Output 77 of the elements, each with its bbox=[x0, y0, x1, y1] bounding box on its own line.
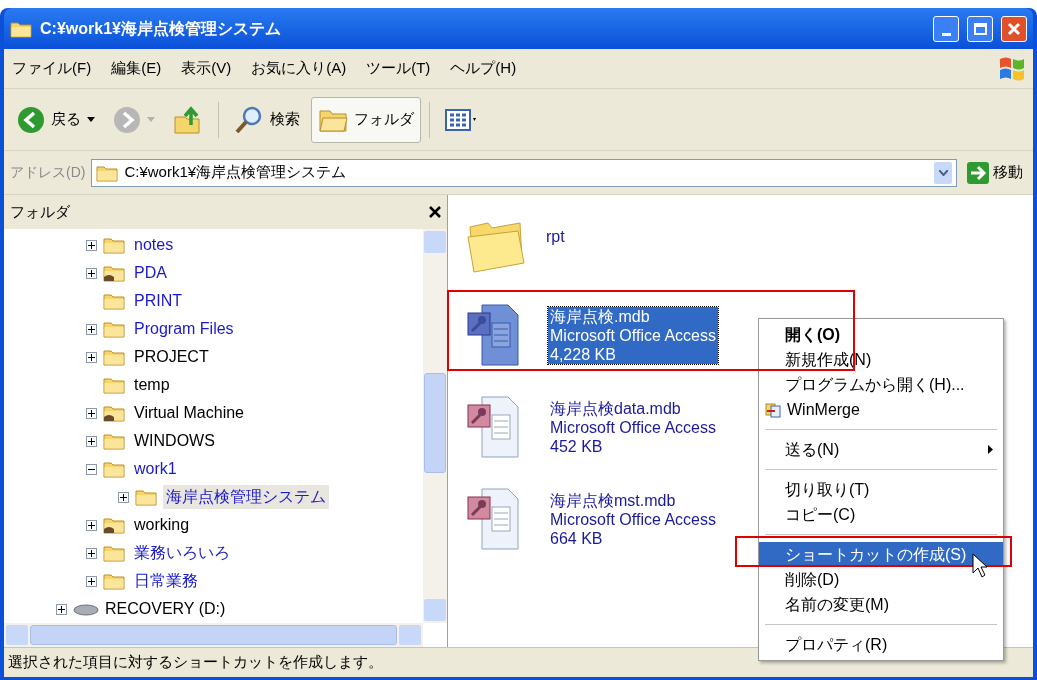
dropdown-arrow-icon bbox=[147, 117, 155, 122]
search-icon bbox=[234, 104, 264, 135]
folder-icon bbox=[10, 19, 32, 38]
tree-item[interactable]: 日常業務 bbox=[131, 569, 201, 593]
file-label[interactable]: 海岸点検mst.mdb Microsoft Office Access 664 KB bbox=[548, 491, 718, 548]
chevron-down-icon bbox=[938, 169, 948, 176]
expand-toggle[interactable] bbox=[86, 407, 97, 419]
tree-item[interactable]: PRINT bbox=[131, 289, 185, 313]
expand-toggle[interactable] bbox=[118, 491, 129, 503]
tree-item[interactable]: Program Files bbox=[131, 317, 237, 341]
menu-item[interactable]: ヘルプ(H) bbox=[448, 57, 519, 80]
arrow-right-icon bbox=[967, 161, 989, 184]
expand-toggle[interactable] bbox=[86, 435, 97, 447]
close-button[interactable] bbox=[1001, 15, 1027, 42]
menu-item[interactable]: お気に入り(A) bbox=[249, 57, 349, 80]
expand-toggle[interactable] bbox=[86, 575, 97, 587]
close-icon bbox=[1007, 21, 1021, 36]
pane-title: フォルダ bbox=[10, 201, 70, 222]
go-button[interactable]: 移動 bbox=[963, 161, 1027, 184]
tree-item[interactable]: PDA bbox=[131, 261, 170, 285]
expand-toggle[interactable] bbox=[86, 239, 97, 251]
minimize-button[interactable] bbox=[933, 15, 959, 42]
file-label[interactable]: 海岸点検.mdb Microsoft Office Access 4,228 KB bbox=[548, 307, 718, 364]
tree-item[interactable]: 業務いろいろ bbox=[131, 541, 233, 565]
tree-item[interactable]: 海岸点検管理システム bbox=[163, 485, 329, 509]
expand-toggle[interactable] bbox=[86, 323, 97, 335]
menu-item[interactable]: ツール(T) bbox=[364, 57, 433, 80]
expand-toggle[interactable] bbox=[86, 267, 97, 279]
menu-item[interactable]: 表示(V) bbox=[179, 57, 234, 80]
context-menu-item[interactable]: 送る(N) bbox=[759, 437, 1003, 462]
status-text: 選択された項目に対するショートカットを作成します。 bbox=[8, 652, 383, 673]
tree-item[interactable]: working bbox=[131, 513, 193, 537]
dropdown-button[interactable] bbox=[934, 161, 952, 184]
tree-item[interactable]: work1 bbox=[131, 457, 180, 481]
expand-toggle[interactable] bbox=[56, 603, 67, 615]
context-menu-item[interactable]: 名前の変更(M) bbox=[759, 592, 1003, 617]
views-icon bbox=[445, 107, 479, 132]
menu-item[interactable]: 編集(E) bbox=[109, 57, 164, 80]
window-title: C:¥work1¥海岸点検管理システム bbox=[40, 18, 281, 39]
context-menu-item[interactable]: プロパティ(R) bbox=[759, 632, 1003, 657]
compare-icon bbox=[765, 401, 781, 418]
windows-logo-icon bbox=[997, 55, 1027, 82]
context-menu-item[interactable]: コピー(C) bbox=[759, 502, 1003, 527]
tree-item[interactable]: notes bbox=[131, 233, 177, 257]
folders-button[interactable]: フォルダ bbox=[311, 96, 421, 143]
dropdown-arrow-icon bbox=[87, 117, 95, 122]
context-menu-item[interactable]: 切り取り(T) bbox=[759, 477, 1003, 502]
context-menu-item[interactable]: 開く(O) bbox=[759, 322, 1003, 347]
file-label[interactable]: rpt bbox=[544, 227, 567, 246]
context-menu-item[interactable]: WinMerge bbox=[759, 397, 1003, 422]
address-label: アドレス(D) bbox=[10, 163, 86, 182]
folder-icon bbox=[96, 163, 119, 182]
tree-item[interactable]: Virtual Machine bbox=[131, 401, 247, 425]
tree-item[interactable]: temp bbox=[131, 373, 173, 397]
context-menu-item[interactable]: 削除(D) bbox=[759, 567, 1003, 592]
tree-item[interactable]: WINDOWS bbox=[131, 429, 218, 453]
horizontal-scrollbar[interactable] bbox=[4, 623, 423, 647]
context-menu-item[interactable]: ショートカットの作成(S) bbox=[759, 542, 1003, 567]
tree-item[interactable]: RECOVERY (D:) bbox=[105, 597, 226, 621]
address-field[interactable]: C:¥work1¥海岸点検管理システム bbox=[91, 158, 957, 187]
collapse-toggle[interactable] bbox=[86, 463, 97, 475]
vertical-scrollbar[interactable] bbox=[423, 229, 447, 623]
back-button[interactable]: 戻る bbox=[10, 96, 102, 143]
menu-item[interactable]: ファイル(F) bbox=[10, 57, 94, 80]
folder-up-icon bbox=[173, 104, 203, 135]
mouse-cursor-icon bbox=[972, 553, 988, 579]
tree-item[interactable]: PROJECT bbox=[131, 345, 212, 369]
maximize-button[interactable] bbox=[967, 15, 993, 42]
submenu-arrow-icon bbox=[988, 445, 993, 454]
expand-toggle[interactable] bbox=[86, 351, 97, 363]
expand-toggle[interactable] bbox=[86, 547, 97, 559]
file-label[interactable]: 海岸点検data.mdb Microsoft Office Access 452 KB bbox=[548, 399, 718, 456]
drive-icon bbox=[73, 602, 99, 616]
context-menu-item[interactable]: プログラムから開く(H)... bbox=[759, 372, 1003, 397]
expand-toggle[interactable] bbox=[86, 519, 97, 531]
close-icon[interactable] bbox=[429, 206, 441, 218]
search-button[interactable]: 検索 bbox=[227, 96, 307, 143]
